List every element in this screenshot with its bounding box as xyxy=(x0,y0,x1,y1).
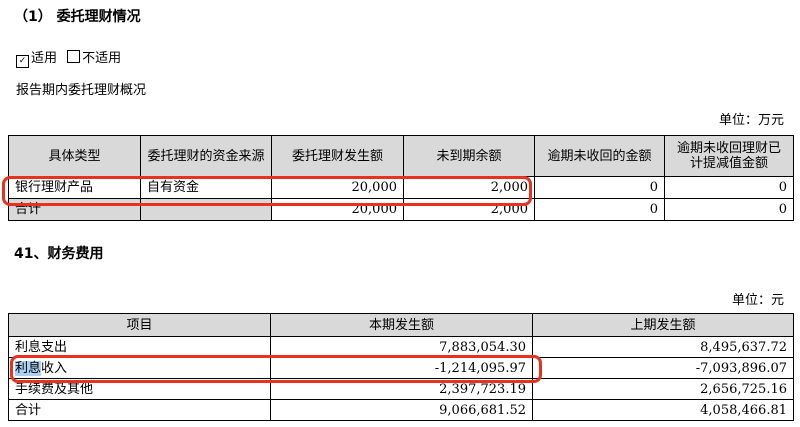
unchecked-checkbox[interactable] xyxy=(67,50,81,63)
overview-text: 报告期内委托理财概况 xyxy=(16,83,147,98)
cell-total-overdue: 0 xyxy=(534,198,665,221)
cell-total-impairment: 0 xyxy=(664,198,794,221)
cell-current: 9,066,681.52 xyxy=(270,399,533,421)
col-header-impairment: 逾期未收回理财已计提减值金额 xyxy=(664,135,794,177)
cell-previous: -7,093,896.07 xyxy=(532,357,794,379)
applicability-row: ✓ 适用 不适用 xyxy=(16,47,121,68)
col-header-current: 本期发生额 xyxy=(270,313,533,337)
col-header-item: 项目 xyxy=(8,313,271,337)
col-header-source: 委托理财的资金来源 xyxy=(140,135,272,177)
col-header-amount: 委托理财发生额 xyxy=(271,135,404,177)
unit-label-2: 单位：元 xyxy=(731,293,784,308)
cell-previous: 8,495,637.72 xyxy=(532,336,794,358)
cell-previous: 4,058,466.81 xyxy=(532,399,794,421)
highlight-box-interest-income xyxy=(10,355,542,383)
col-header-overdue: 逾期未收回的金额 xyxy=(534,135,665,177)
table-row-total: 合计 9,066,681.52 4,058,466.81 xyxy=(8,399,794,421)
checked-checkbox[interactable]: ✓ xyxy=(16,55,29,68)
highlight-box-bank-product xyxy=(2,176,532,206)
not-applicable-label: 不适用 xyxy=(82,51,122,66)
unit-label-1: 单位：万元 xyxy=(718,113,784,128)
section2-title: 41、财务费用 xyxy=(14,246,104,262)
cell-previous: 2,656,725.16 xyxy=(532,378,794,400)
applicable-label: 适用 xyxy=(31,51,58,66)
cell-overdue: 0 xyxy=(534,176,665,199)
section-title: （1） 委托理财情况 xyxy=(14,9,141,25)
check-mark-icon: ✓ xyxy=(18,56,27,66)
col-header-balance: 未到期余额 xyxy=(403,135,535,177)
cell-item: 合计 xyxy=(8,399,271,421)
col-header-previous: 上期发生额 xyxy=(532,313,794,337)
cell-impairment: 0 xyxy=(664,176,794,199)
col-header-type: 具体类型 xyxy=(8,135,141,177)
